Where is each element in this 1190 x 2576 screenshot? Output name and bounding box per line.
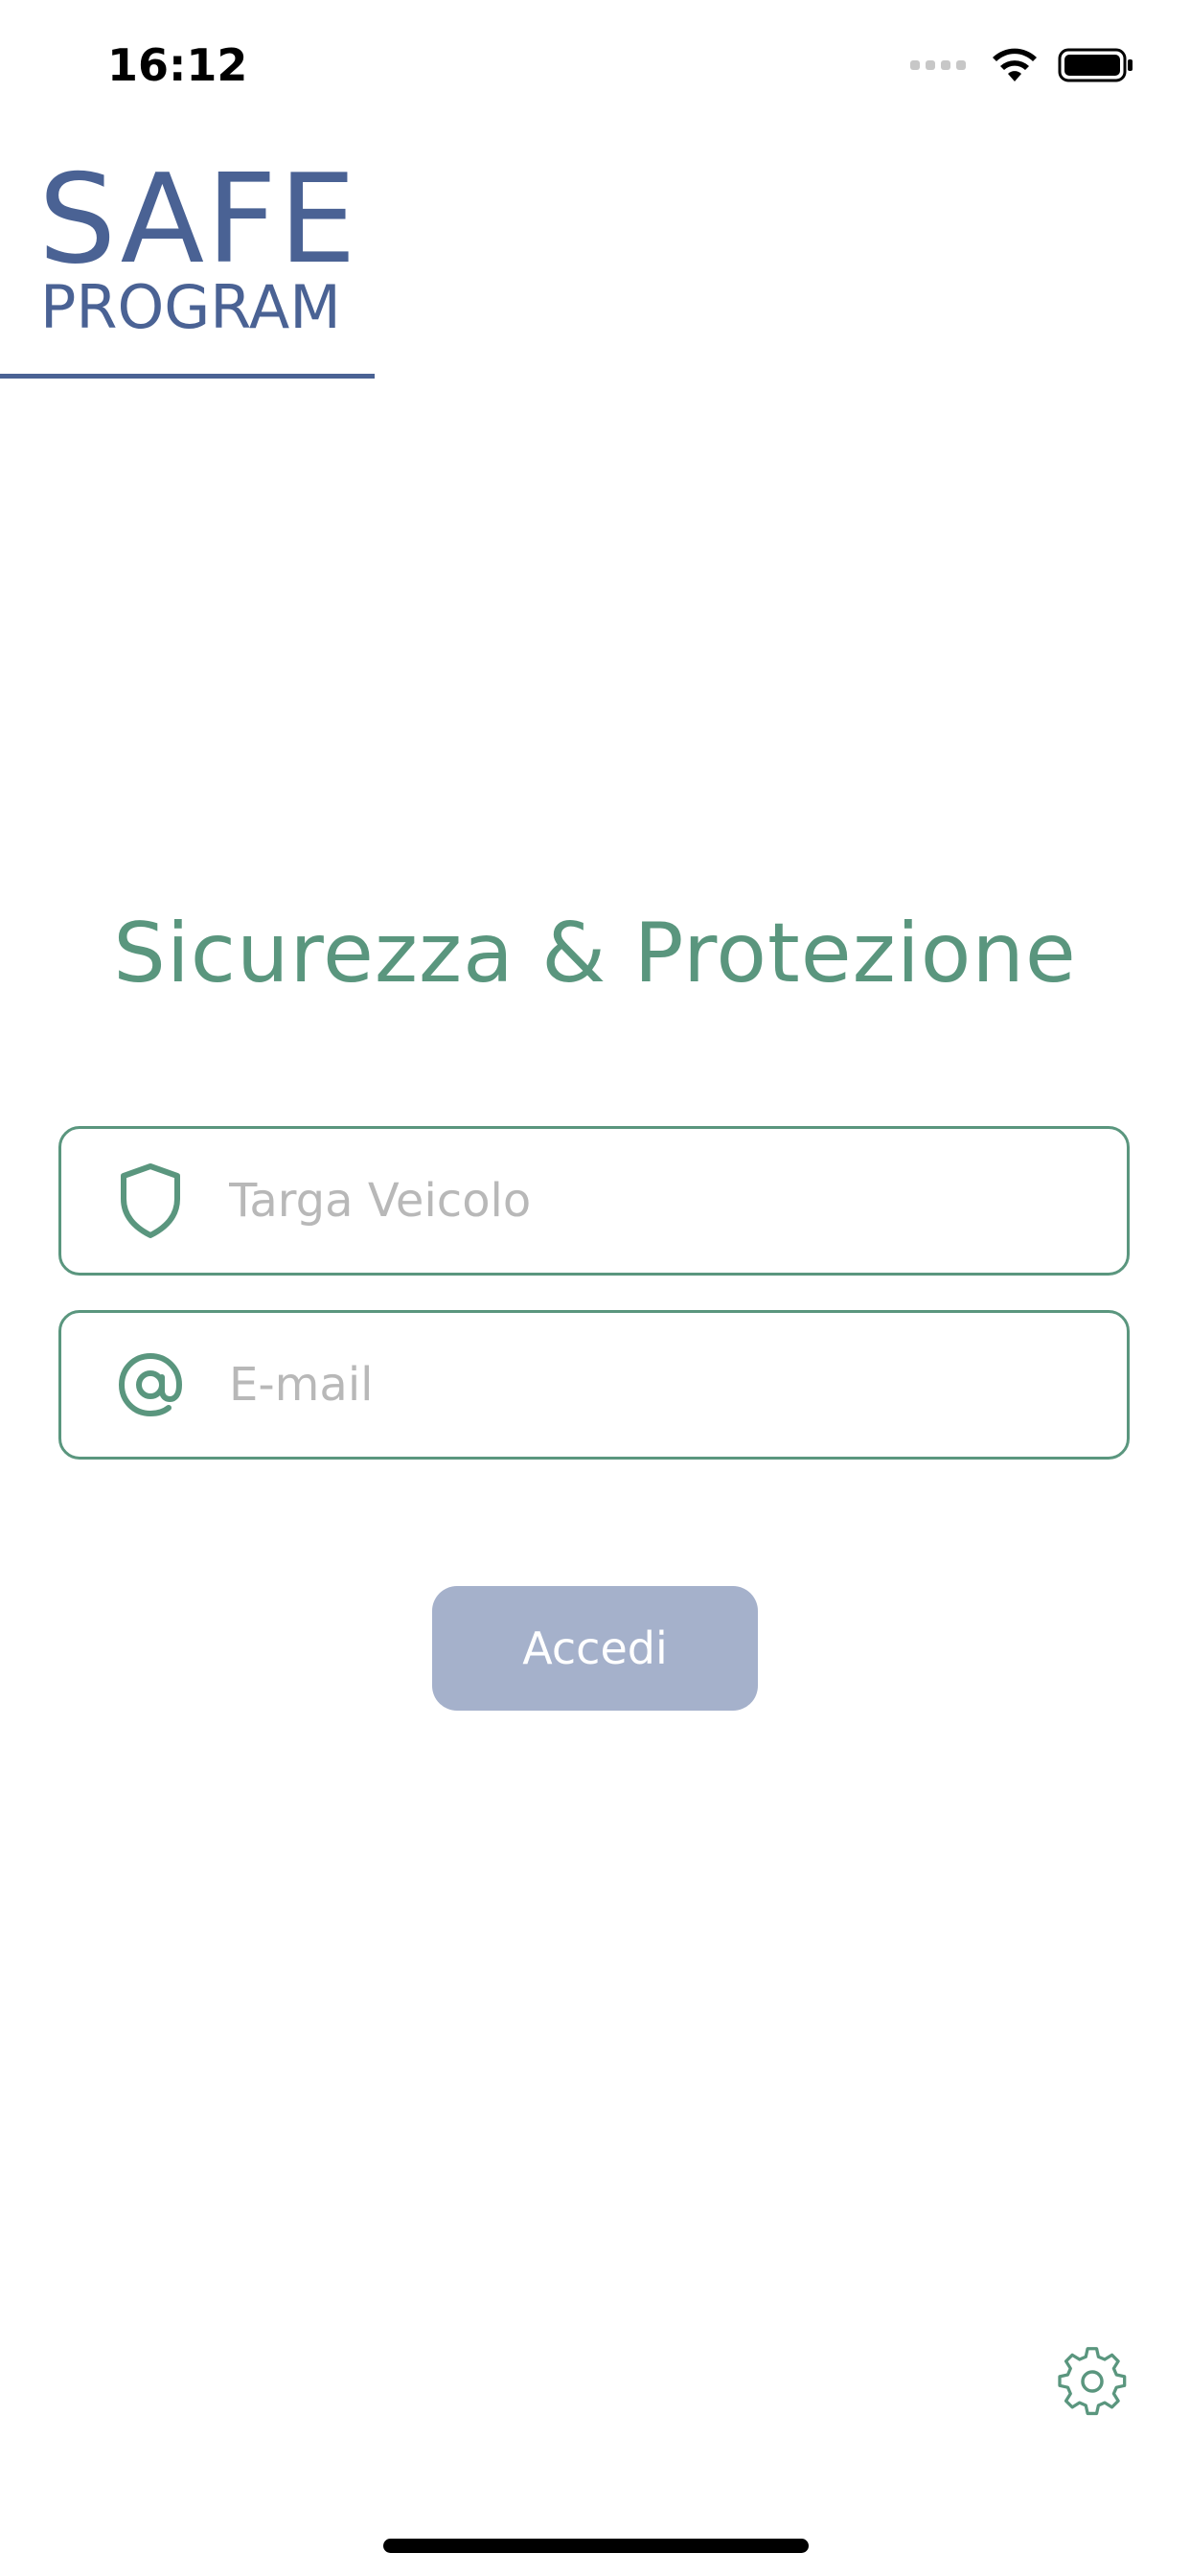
status-time: 16:12 — [107, 39, 248, 91]
status-icons — [910, 42, 1134, 88]
battery-icon — [1058, 48, 1133, 82]
settings-button[interactable] — [1056, 2345, 1129, 2418]
gear-icon — [1058, 2347, 1127, 2416]
page-title: Sicurezza & Protezione — [113, 906, 1077, 1001]
home-indicator — [383, 2539, 809, 2553]
logo-underline — [0, 374, 375, 379]
login-screen: 16:12 SAFE PROGRAM Sicurezza & Protezion… — [0, 0, 1190, 2576]
app-logo: SAFE PROGRAM — [38, 149, 358, 342]
logo-text-safe: SAFE — [38, 149, 358, 291]
email-field[interactable] — [58, 1310, 1130, 1460]
shield-icon — [112, 1162, 189, 1239]
email-input[interactable] — [229, 1337, 1091, 1433]
logo-text-program: PROGRAM — [40, 272, 341, 342]
cellular-signal-icon — [910, 60, 966, 70]
plate-input[interactable] — [229, 1153, 1091, 1249]
plate-field[interactable] — [58, 1126, 1130, 1276]
login-button[interactable]: Accedi — [432, 1586, 758, 1711]
at-sign-icon — [112, 1346, 189, 1423]
wifi-icon — [993, 48, 1037, 81]
